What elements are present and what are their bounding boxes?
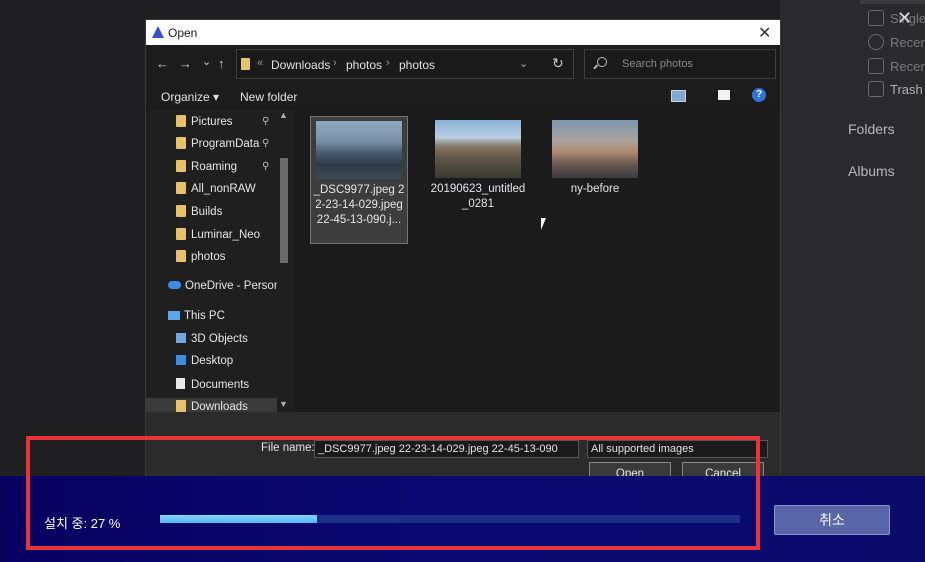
sidebar-item-this-pc[interactable]: This PC [168, 310, 225, 330]
computer-icon [168, 311, 180, 320]
file-name-label: 20190623_untitled_0281 [430, 183, 526, 210]
search-box[interactable]: Search photos [584, 49, 776, 79]
cloud-icon [168, 281, 181, 289]
new-folder-button[interactable]: New folder [240, 90, 297, 104]
folder-icon [176, 205, 186, 217]
breadcrumb-photos-2[interactable]: photos [399, 58, 435, 72]
breadcrumb-downloads[interactable]: Downloads [271, 58, 330, 72]
dialog-title: Open [168, 26, 198, 40]
help-icon[interactable]: ? [752, 88, 766, 102]
pin-icon: ⚲ [262, 138, 270, 149]
recent-dropdown-icon[interactable]: ⌄ [202, 55, 211, 68]
dialog-close-icon[interactable]: ✕ [758, 23, 771, 43]
pin-icon: ⚲ [262, 116, 270, 127]
search-icon [597, 57, 607, 67]
sidebar-item-luminar-neo[interactable]: Luminar_Neo [176, 228, 260, 248]
list-icon [868, 58, 884, 74]
sidebar-item-3d-objects[interactable]: 3D Objects [176, 333, 248, 353]
folder-icon [176, 115, 186, 127]
forward-arrow-icon[interactable]: → [179, 56, 192, 71]
grid-icon [868, 10, 884, 26]
pin-icon: ⚲ [262, 161, 270, 172]
up-arrow-icon[interactable]: ↑ [218, 56, 225, 71]
refresh-icon[interactable]: ↻ [552, 55, 564, 72]
file-item[interactable]: _DSC9977.jpeg 22-23-14-029.jpeg 22-45-13… [310, 116, 408, 244]
breadcrumb-overflow[interactable]: « [257, 57, 263, 69]
address-dropdown-icon[interactable]: ⌄ [519, 57, 528, 70]
file-item[interactable]: 20190623_untitled_0281 [430, 116, 526, 212]
file-list: _DSC9977.jpeg 22-23-14-029.jpeg 22-45-13… [294, 110, 779, 412]
sidebar-item-builds[interactable]: Builds [176, 205, 222, 225]
sidebar-item-all-nonraw[interactable]: All_nonRAW [176, 182, 256, 202]
image-thumbnail [552, 120, 638, 178]
download-folder-icon [176, 400, 186, 412]
change-view-icon[interactable] [671, 90, 686, 102]
desktop-icon [176, 355, 186, 365]
background-nav-albums[interactable]: Albums [848, 163, 895, 179]
background-item-recent-2[interactable]: Recent [868, 58, 925, 74]
sidebar-item-desktop[interactable]: Desktop [176, 355, 233, 375]
mouse-cursor-icon [541, 218, 546, 230]
app-logo-icon [152, 26, 164, 38]
dialog-navbar: ← → ⌄ ↑ « Downloads › photos › photos ⌄ … [146, 45, 780, 82]
scroll-up-icon[interactable]: ▲ [279, 110, 288, 120]
image-thumbnail [316, 121, 402, 179]
address-bar[interactable]: « Downloads › photos › photos ⌄ ↻ [236, 49, 574, 79]
sidebar-item-programdata[interactable]: ProgramData ⚲ [176, 137, 277, 157]
file-item[interactable]: ny-before [547, 116, 643, 197]
dialog-titlebar: Open ✕ [146, 20, 780, 45]
highlight-box [26, 436, 760, 550]
back-arrow-icon[interactable]: ← [156, 56, 169, 71]
preview-pane-icon[interactable] [718, 90, 730, 100]
document-icon [176, 378, 185, 389]
folder-icon [176, 250, 186, 262]
sidebar-item-documents[interactable]: Documents [176, 378, 249, 398]
file-name-label: ny-before [570, 183, 620, 195]
background-top-box [860, 0, 925, 4]
sidebar-item-photos[interactable]: photos [176, 250, 226, 270]
folder-icon [176, 228, 186, 240]
folder-icon [176, 137, 186, 149]
background-item-recent-1[interactable]: Recent [868, 34, 925, 50]
sidebar-item-onedrive[interactable]: OneDrive - Personal [168, 280, 277, 300]
navigation-scrollbar[interactable]: ▲ ▼ [277, 110, 291, 412]
scrollbar-thumb[interactable] [280, 158, 288, 263]
install-cancel-button[interactable]: 취소 [774, 505, 890, 535]
folder-icon [176, 160, 186, 172]
sidebar-item-downloads[interactable]: Downloads [146, 398, 277, 412]
image-thumbnail [435, 120, 521, 178]
sidebar-item-pictures[interactable]: Pictures ⚲ [176, 115, 277, 135]
sidebar-item-roaming[interactable]: Roaming ⚲ [176, 160, 277, 180]
scroll-down-icon[interactable]: ▼ [279, 399, 288, 409]
folder-icon [176, 182, 186, 194]
open-file-dialog: Open ✕ ← → ⌄ ↑ « Downloads › photos › ph… [145, 19, 781, 491]
search-placeholder: Search photos [622, 58, 693, 70]
breadcrumb-separator: › [333, 57, 337, 69]
cube-icon [176, 333, 186, 343]
dialog-toolbar: Organize ▾ New folder ? [146, 82, 780, 110]
folder-icon [241, 58, 250, 70]
trash-icon [868, 81, 884, 97]
navigation-pane: Pictures ⚲ ProgramData ⚲ Roaming ⚲ All_nonR… [146, 110, 292, 412]
plus-icon [868, 34, 884, 50]
background-item-trash[interactable]: Trash [868, 81, 923, 97]
background-nav-folders[interactable]: Folders [848, 121, 895, 137]
organize-button[interactable]: Organize ▾ [161, 90, 219, 104]
breadcrumb-photos-1[interactable]: photos [346, 58, 382, 72]
background-close-icon[interactable]: ✕ [897, 8, 912, 29]
file-name-label: _DSC9977.jpeg 22-23-14-029.jpeg 22-45-13… [313, 184, 405, 226]
breadcrumb-separator: › [386, 57, 390, 69]
